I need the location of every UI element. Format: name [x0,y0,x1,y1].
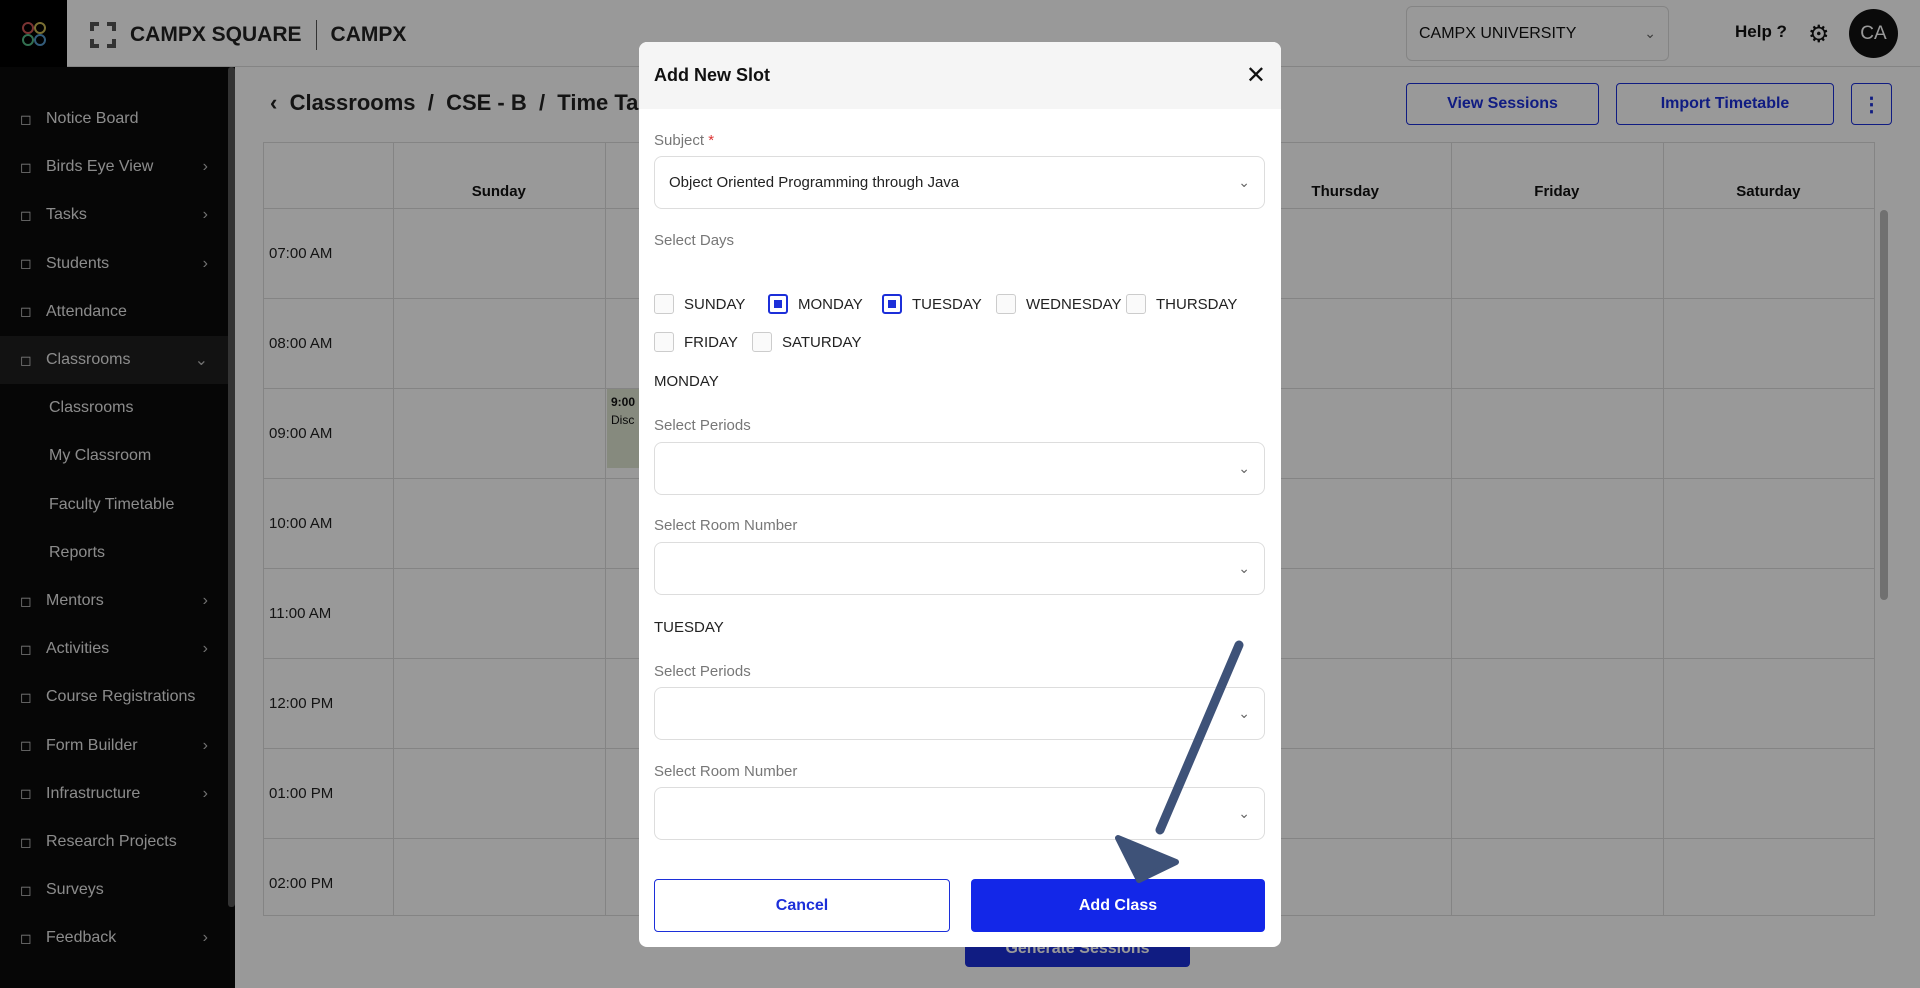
checkbox-label: WEDNESDAY [1026,295,1122,313]
tuesday-heading: TUESDAY [654,619,724,636]
subject-label: Subject * [654,132,715,149]
checkbox[interactable] [1126,294,1146,314]
monday-periods-label: Select Periods [654,417,751,434]
day-checkbox-monday[interactable]: MONDAY [768,294,863,314]
close-icon[interactable]: ✕ [1246,61,1266,90]
chevron-down-icon: ⌄ [1238,174,1250,190]
subject-value: Object Oriented Programming through Java [669,174,960,191]
checkbox[interactable] [654,294,674,314]
checkbox[interactable] [996,294,1016,314]
day-checkbox-saturday[interactable]: SATURDAY [752,332,861,352]
checkbox[interactable] [768,294,788,314]
checkbox-label: TUESDAY [912,295,982,313]
day-checkbox-thursday[interactable]: THURSDAY [1126,294,1237,314]
checkbox[interactable] [752,332,772,352]
tuesday-periods-label: Select Periods [654,663,751,680]
modal-title: Add New Slot [654,65,770,85]
day-checkbox-friday[interactable]: FRIDAY [654,332,738,352]
checkbox[interactable] [882,294,902,314]
chevron-down-icon: ⌄ [1238,805,1250,821]
chevron-down-icon: ⌄ [1238,560,1250,576]
checkbox-label: THURSDAY [1156,295,1238,313]
monday-periods-select[interactable]: ⌄ [654,442,1265,495]
tuesday-room-select[interactable]: ⌄ [654,787,1265,840]
chevron-down-icon: ⌄ [1238,460,1250,476]
checkbox-label: MONDAY [798,295,863,313]
tuesday-periods-select[interactable]: ⌄ [654,687,1265,740]
day-checkbox-tuesday[interactable]: TUESDAY [882,294,982,314]
checkbox[interactable] [654,332,674,352]
monday-room-label: Select Room Number [654,517,798,534]
day-checkbox-sunday[interactable]: SUNDAY [654,294,745,314]
subject-select[interactable]: Object Oriented Programming through Java… [654,156,1265,209]
chevron-down-icon: ⌄ [1238,705,1250,721]
tuesday-room-label: Select Room Number [654,763,798,780]
checkbox-label: SUNDAY [684,295,746,313]
monday-heading: MONDAY [654,373,719,390]
modal-header: Add New Slot ✕ [639,42,1281,109]
day-checkbox-wednesday[interactable]: WEDNESDAY [996,294,1122,314]
checkbox-label: SATURDAY [782,333,862,351]
monday-room-select[interactable]: ⌄ [654,542,1265,595]
checkbox-label: FRIDAY [684,333,738,351]
add-slot-modal: Add New Slot ✕ Subject * Object Oriented … [639,42,1281,947]
select-days-label: Select Days [654,232,735,249]
cancel-button[interactable]: Cancel [654,879,950,932]
add-class-button[interactable]: Add Class [971,879,1265,932]
